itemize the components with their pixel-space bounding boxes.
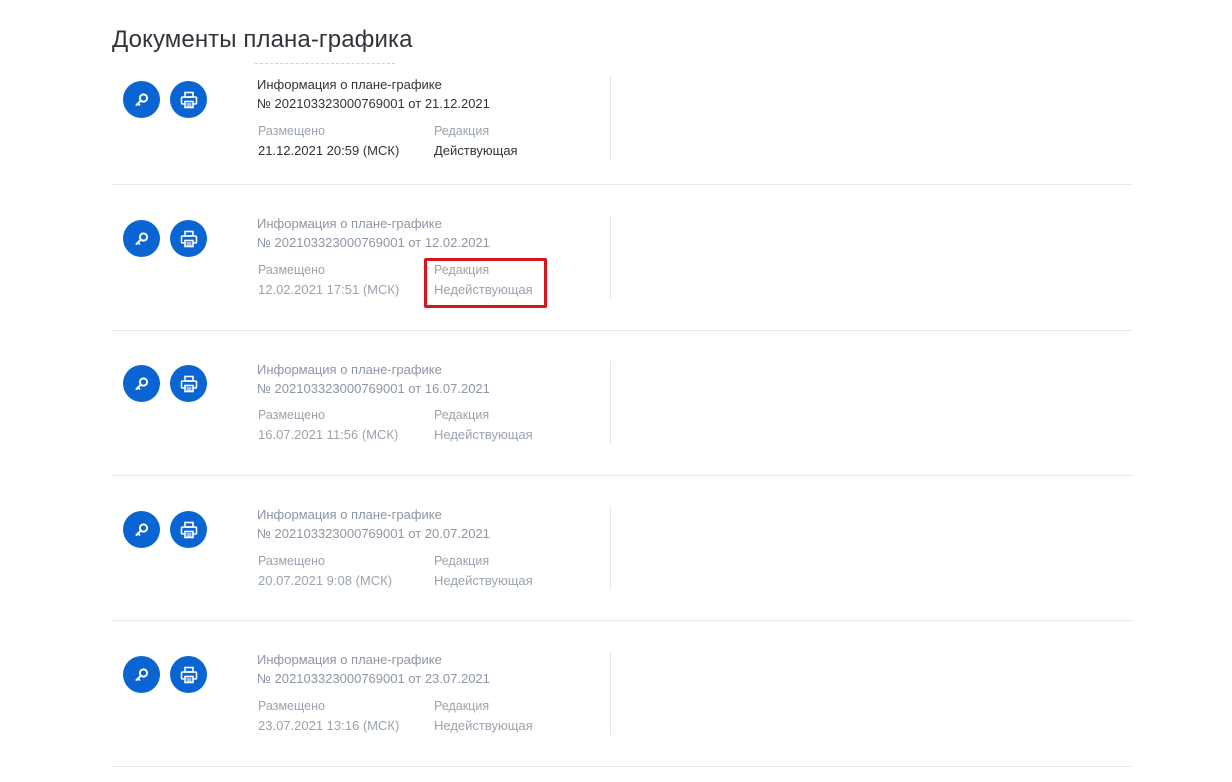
document-title-line1: Информация о плане-графике xyxy=(257,216,442,231)
print-document-button[interactable] xyxy=(170,365,207,402)
document-title-line1: Информация о плане-графике xyxy=(257,652,442,667)
placed-value: 20.07.2021 9:08 (МСК) xyxy=(258,573,393,588)
column-divider xyxy=(610,651,611,735)
printer-icon xyxy=(180,521,197,538)
view-document-button[interactable] xyxy=(123,220,160,257)
print-document-button[interactable] xyxy=(170,511,207,548)
row-separator xyxy=(112,330,1132,331)
row-separator xyxy=(112,184,1132,185)
printer-icon xyxy=(180,230,197,247)
edition-label: Редакция xyxy=(434,554,490,568)
edition-value: Недействующая xyxy=(434,427,533,442)
column-divider xyxy=(610,76,611,160)
column-divider xyxy=(610,215,611,299)
placed-value: 23.07.2021 13:16 (МСК) xyxy=(258,718,400,733)
placed-value: 12.02.2021 17:51 (МСК) xyxy=(258,282,400,297)
document-title-line1: Информация о плане-графике xyxy=(257,77,442,92)
document-number: № 202103323000769001 от 12.02.2021 xyxy=(257,235,490,250)
print-document-button[interactable] xyxy=(170,220,207,257)
document-title-line1: Информация о плане-графике xyxy=(257,362,442,377)
row-separator xyxy=(112,620,1132,621)
placed-label: Размещено xyxy=(258,554,325,568)
edition-label: Редакция xyxy=(434,699,490,713)
edition-value: Недействующая xyxy=(434,573,533,588)
page-title: Документы плана-графика xyxy=(112,26,413,53)
printer-icon xyxy=(180,375,197,392)
document-title-line1: Информация о плане-графике xyxy=(257,507,442,522)
view-document-button[interactable] xyxy=(123,81,160,118)
magnifier-key-icon xyxy=(135,522,148,536)
magnifier-key-icon xyxy=(135,92,148,106)
view-document-button[interactable] xyxy=(123,656,160,693)
placed-label: Размещено xyxy=(258,699,325,713)
printer-icon xyxy=(180,91,197,108)
print-document-button[interactable] xyxy=(170,656,207,693)
print-document-button[interactable] xyxy=(170,81,207,118)
document-number: № 202103323000769001 от 21.12.2021 xyxy=(257,96,490,111)
document-number: № 202103323000769001 от 23.07.2021 xyxy=(257,671,490,686)
document-title[interactable]: Информация о плане-графике № 20210332300… xyxy=(257,650,490,688)
row-separator xyxy=(112,475,1132,476)
magnifier-key-icon xyxy=(135,376,148,390)
edition-highlight-box xyxy=(424,258,547,308)
document-number: № 202103323000769001 от 16.07.2021 xyxy=(257,381,490,396)
placed-label: Размещено xyxy=(258,408,325,422)
column-divider xyxy=(610,506,611,590)
document-title[interactable]: Информация о плане-графике № 20210332300… xyxy=(257,214,490,252)
placed-label: Размещено xyxy=(258,263,325,277)
document-title[interactable]: Информация о плане-графике № 20210332300… xyxy=(257,505,490,543)
document-title[interactable]: Информация о плане-графике № 20210332300… xyxy=(257,75,490,113)
view-document-button[interactable] xyxy=(123,365,160,402)
edition-value: Действующая xyxy=(434,143,518,158)
row-separator xyxy=(112,766,1132,767)
edition-label: Редакция xyxy=(434,124,490,138)
edition-value: Недействующая xyxy=(434,718,533,733)
document-title[interactable]: Информация о плане-графике № 20210332300… xyxy=(257,360,490,398)
magnifier-key-icon xyxy=(135,667,148,681)
placed-value: 21.12.2021 20:59 (МСК) xyxy=(258,143,400,158)
document-number: № 202103323000769001 от 20.07.2021 xyxy=(257,526,490,541)
title-underline-divider xyxy=(255,63,395,64)
placed-value: 16.07.2021 11:56 (МСК) xyxy=(258,427,399,442)
magnifier-key-icon xyxy=(135,231,148,245)
placed-label: Размещено xyxy=(258,124,325,138)
view-document-button[interactable] xyxy=(123,511,160,548)
column-divider xyxy=(610,361,611,445)
edition-label: Редакция xyxy=(434,408,490,422)
printer-icon xyxy=(180,666,197,683)
